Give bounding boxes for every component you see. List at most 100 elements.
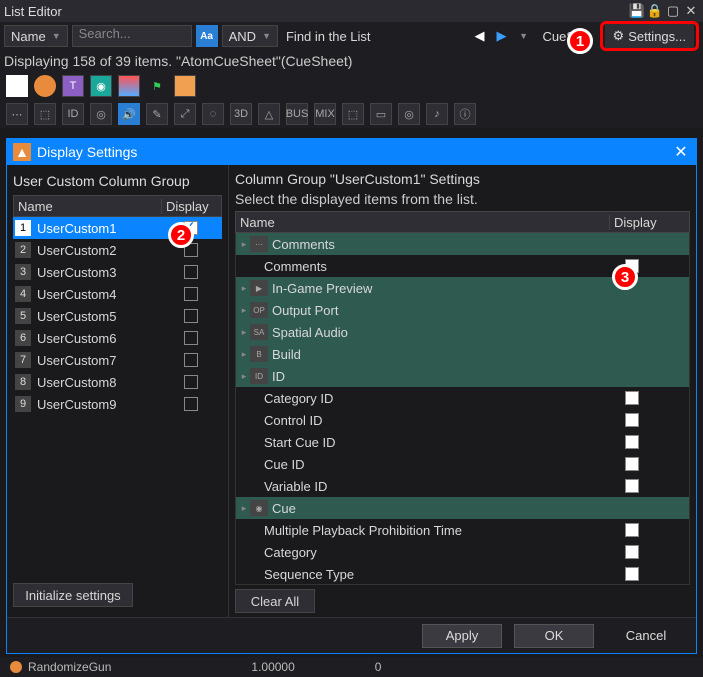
column-group-row[interactable]: ▸ B Build [236, 343, 689, 365]
row-number: 4 [15, 286, 31, 302]
expand-icon[interactable]: ▸ [238, 349, 250, 360]
display-checkbox[interactable] [625, 567, 639, 581]
settings-highlight: ⚙ Settings... [600, 21, 699, 51]
display-checkbox[interactable] [184, 331, 198, 345]
next-icon[interactable]: ▶ [493, 27, 511, 45]
user-custom-row[interactable]: 6 UserCustom6 [13, 327, 222, 349]
bottom-bar: RandomizeGun 1.00000 0 [0, 657, 703, 677]
column-group-row[interactable]: ▸ ◉ Cue [236, 497, 689, 519]
col-display[interactable]: Display [161, 199, 221, 214]
display-checkbox[interactable] [625, 435, 639, 449]
tool-7[interactable] [174, 75, 196, 97]
column-item-row[interactable]: Start Cue ID [236, 431, 689, 453]
column-item-row[interactable]: Control ID [236, 409, 689, 431]
column-group-row[interactable]: ▸ ⋯ Comments [236, 233, 689, 255]
cancel-button[interactable]: Cancel [606, 624, 686, 648]
group-icon: ⋯ [250, 236, 268, 252]
user-custom-row[interactable]: 4 UserCustom4 [13, 283, 222, 305]
dialog-footer: Apply OK Cancel [7, 617, 696, 653]
expand-icon[interactable]: ▸ [238, 327, 250, 338]
dropdown-icon[interactable]: ▼ [515, 27, 533, 45]
view-sound-icon[interactable]: 🔊 [118, 103, 140, 125]
initialize-button[interactable]: Initialize settings [13, 583, 133, 607]
display-checkbox[interactable] [184, 397, 198, 411]
column-group-row[interactable]: ▸ ID ID [236, 365, 689, 387]
view-2[interactable]: ⬚ [34, 103, 56, 125]
col-name[interactable]: Name [14, 199, 161, 214]
expand-icon[interactable]: ▸ [238, 503, 250, 514]
display-checkbox[interactable] [184, 265, 198, 279]
column-item-row[interactable]: Cue ID [236, 453, 689, 475]
row-label: UserCustom8 [37, 375, 184, 390]
display-checkbox[interactable] [625, 413, 639, 427]
column-item-row[interactable]: Category [236, 541, 689, 563]
display-checkbox[interactable] [625, 391, 639, 405]
rp-col-name[interactable]: Name [236, 215, 609, 230]
tool-1[interactable] [6, 75, 28, 97]
apply-button[interactable]: Apply [422, 624, 502, 648]
case-toggle[interactable]: Aa [196, 25, 218, 47]
view-mix-icon[interactable]: MIX [314, 103, 336, 125]
user-custom-row[interactable]: 8 UserCustom8 [13, 371, 222, 393]
user-custom-row[interactable]: 7 UserCustom7 [13, 349, 222, 371]
display-checkbox[interactable] [184, 353, 198, 367]
display-checkbox[interactable] [184, 309, 198, 323]
display-checkbox[interactable] [625, 457, 639, 471]
tool-text-icon[interactable]: T [62, 75, 84, 97]
view-info-icon[interactable]: ⓘ [454, 103, 476, 125]
lock-icon[interactable]: 🔒 [647, 3, 663, 19]
column-item-row[interactable]: Variable ID [236, 475, 689, 497]
close-icon[interactable]: ✕ [683, 3, 699, 19]
user-custom-row[interactable]: 3 UserCustom3 [13, 261, 222, 283]
tool-wave-icon[interactable]: ◉ [90, 75, 112, 97]
view-8[interactable]: ◌ [202, 103, 224, 125]
view-14[interactable]: ▭ [370, 103, 392, 125]
save-icon[interactable]: 💾 [629, 3, 645, 19]
expand-icon[interactable]: ▸ [238, 239, 250, 250]
view-4[interactable]: ◎ [90, 103, 112, 125]
group-icon: ID [250, 368, 268, 384]
expand-icon[interactable]: ▸ [238, 305, 250, 316]
tool-flag-icon[interactable]: ⚑ [146, 75, 168, 97]
display-checkbox[interactable] [184, 375, 198, 389]
ok-button[interactable]: OK [514, 624, 594, 648]
column-group-row[interactable]: ▸ OP Output Port [236, 299, 689, 321]
view-3d-icon[interactable]: 3D [230, 103, 252, 125]
view-16[interactable]: ♪ [426, 103, 448, 125]
view-6[interactable]: ✎ [146, 103, 168, 125]
prev-icon[interactable]: ◀ [471, 27, 489, 45]
display-checkbox[interactable] [625, 545, 639, 559]
item-label: Control ID [264, 413, 625, 428]
view-id-icon[interactable]: ID [62, 103, 84, 125]
user-custom-row[interactable]: 5 UserCustom5 [13, 305, 222, 327]
gear-icon: ⚙ [613, 28, 625, 44]
column-item-row[interactable]: Multiple Playback Prohibition Time [236, 519, 689, 541]
display-checkbox[interactable] [625, 523, 639, 537]
view-13[interactable]: ⬚ [342, 103, 364, 125]
display-checkbox[interactable] [184, 287, 198, 301]
rp-col-display[interactable]: Display [609, 215, 689, 230]
column-group-row[interactable]: ▸ SA Spatial Audio [236, 321, 689, 343]
settings-button[interactable]: ⚙ Settings... [605, 24, 694, 48]
view-10[interactable]: △ [258, 103, 280, 125]
column-item-row[interactable]: Sequence Type [236, 563, 689, 585]
tool-5[interactable] [118, 75, 140, 97]
column-item-row[interactable]: Category ID [236, 387, 689, 409]
tool-2[interactable] [34, 75, 56, 97]
maximize-icon[interactable]: ▢ [665, 3, 681, 19]
view-7[interactable]: ⤢ [174, 103, 196, 125]
view-15[interactable]: ◎ [398, 103, 420, 125]
expand-icon[interactable]: ▸ [238, 371, 250, 382]
chevron-down-icon: ▼ [52, 31, 61, 41]
view-bus-icon[interactable]: BUS [286, 103, 308, 125]
name-dropdown[interactable]: Name ▼ [4, 25, 68, 47]
expand-icon[interactable]: ▸ [238, 283, 250, 294]
user-custom-row[interactable]: 9 UserCustom9 [13, 393, 222, 415]
dialog-close-icon[interactable]: ✕ [672, 143, 690, 161]
clear-all-button[interactable]: Clear All [235, 589, 315, 613]
search-input[interactable]: Search... [72, 25, 192, 47]
view-1[interactable]: ⋯ [6, 103, 28, 125]
user-custom-list: 1 UserCustom1 2 UserCustom2 3 UserCustom… [13, 217, 222, 415]
and-dropdown[interactable]: AND ▼ [222, 25, 278, 47]
display-checkbox[interactable] [625, 479, 639, 493]
